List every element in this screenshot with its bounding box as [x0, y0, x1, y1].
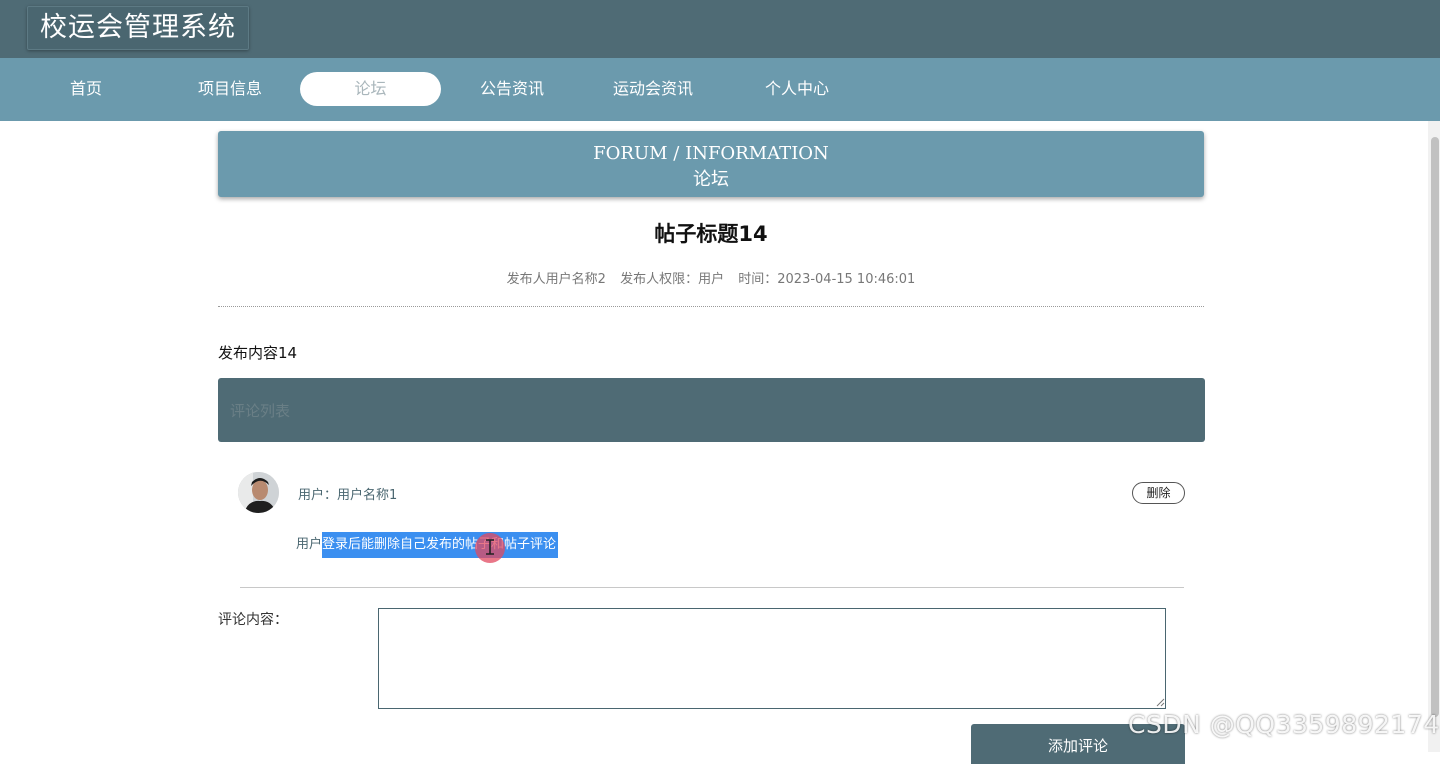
mouse-cursor-highlight	[475, 533, 505, 563]
banner-subtitle: FORUM / INFORMATION	[593, 143, 829, 164]
top-header: 校运会管理系统	[0, 0, 1440, 58]
post-meta: 发布人用户名称2 发布人权限：用户 时间：2023-04-15 10:46:01	[218, 268, 1204, 287]
user-avatar-photo	[238, 472, 279, 513]
delete-comment-button[interactable]: 删除	[1132, 482, 1185, 504]
comment-text-prefix: 用户	[296, 537, 323, 552]
main-nav: 首页 项目信息 论坛 公告资讯 运动会资讯 个人中心	[0, 58, 1440, 121]
divider	[218, 306, 1204, 307]
nav-item-announcements[interactable]: 公告资讯	[466, 72, 558, 106]
nav-item-home[interactable]: 首页	[46, 72, 126, 106]
nav-item-profile[interactable]: 个人中心	[751, 72, 843, 106]
resize-grip-icon[interactable]	[1156, 698, 1165, 707]
post-content: 发布内容14	[218, 344, 298, 362]
post-author-role: 发布人权限：用户	[620, 272, 725, 287]
nav-item-projects[interactable]: 项目信息	[184, 72, 276, 106]
comments-header: 评论列表	[218, 378, 1205, 442]
comment-author: 用户：用户名称1	[298, 488, 398, 503]
comment-text-selected: 登录后能删除自己发布的帖子和帖子评论	[322, 532, 559, 558]
scrollbar-thumb[interactable]	[1431, 137, 1439, 717]
watermark: CSDN @QQ3359892174	[1128, 710, 1440, 739]
nav-item-forum[interactable]: 论坛	[300, 72, 441, 106]
post-author: 发布人用户名称2	[506, 272, 606, 287]
post-time: 时间：2023-04-15 10:46:01	[738, 272, 916, 287]
comment-text: 用户登录后能删除自己发布的帖子和帖子评论	[296, 532, 559, 558]
comment-form-label: 评论内容：	[218, 612, 288, 628]
nav-item-sports-news[interactable]: 运动会资讯	[598, 72, 708, 106]
avatar	[238, 472, 279, 513]
text-cursor-icon	[486, 539, 494, 555]
site-title[interactable]: 校运会管理系统	[27, 6, 249, 50]
comments-divider	[240, 587, 1184, 588]
banner-title: 论坛	[693, 169, 729, 190]
section-banner: FORUM / INFORMATION 论坛	[218, 131, 1204, 197]
post-title: 帖子标题14	[654, 222, 768, 246]
comments-header-label: 评论列表	[230, 402, 291, 420]
comment-input[interactable]	[378, 608, 1166, 709]
